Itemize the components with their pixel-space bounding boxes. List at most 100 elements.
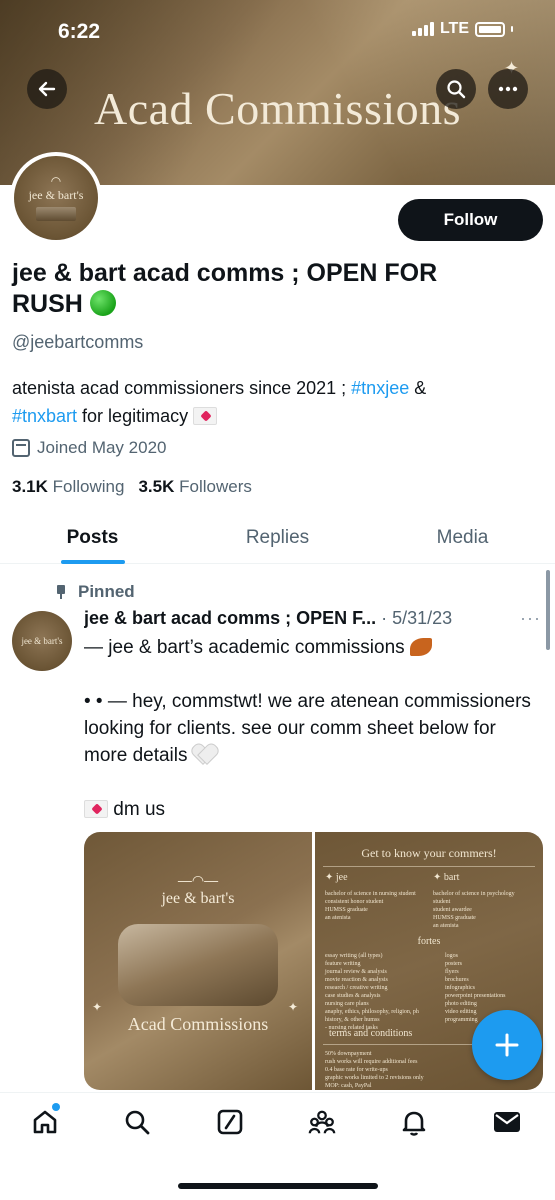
plus-icon	[495, 1033, 519, 1057]
list-item: an atenista	[433, 923, 459, 929]
joined-text: Joined May 2020	[37, 438, 167, 457]
post-line: — jee & bart’s academic commissions	[84, 637, 410, 658]
status-time: 6:22	[58, 20, 101, 43]
list-item: HUMSS graduate	[325, 907, 368, 913]
avatar-logo-text: jee & bart's	[28, 187, 84, 202]
nav-notifications[interactable]	[399, 1107, 429, 1137]
display-name: jee & bart acad comms ; OPEN FOR RUSH	[12, 258, 482, 320]
follow-stats: 3.1K Following 3.5K Followers	[12, 477, 252, 497]
signal-icon	[411, 22, 434, 36]
post-header: jee & bart acad comms ; OPEN F... · 5/31…	[84, 608, 514, 629]
nav-search[interactable]	[122, 1107, 152, 1137]
post-more-icon[interactable]: ···	[520, 608, 541, 629]
pinned-label: Pinned	[56, 582, 135, 602]
laptop-image	[36, 206, 76, 221]
battery-tip	[511, 26, 513, 32]
media-image-cover[interactable]: —◠— jee & bart's Acad Commissions ✦ ✦	[84, 832, 312, 1090]
hashtag-link[interactable]: #tnxbart	[12, 406, 77, 426]
list-item: student awardee	[433, 907, 472, 913]
list-item: MOP: cash, PayPal	[325, 1083, 372, 1089]
battery-icon	[475, 21, 505, 37]
list-item: research / creative writing	[325, 985, 388, 991]
nav-communities[interactable]	[307, 1107, 337, 1137]
media-logo-text: jee & bart's	[161, 890, 235, 907]
list-item: photo editing	[445, 1001, 477, 1007]
compose-post-button[interactable]	[472, 1010, 542, 1080]
nav-grok[interactable]	[215, 1107, 245, 1137]
nav-messages[interactable]	[492, 1107, 522, 1137]
user-handle: @jeebartcomms	[12, 332, 144, 352]
pinned-text: Pinned	[78, 582, 135, 601]
post-author-avatar[interactable]: jee & bart's	[12, 611, 72, 671]
home-icon	[33, 1110, 57, 1134]
bio-text: &	[409, 378, 427, 398]
sheet-col2-head: ✦ bart	[433, 872, 460, 883]
list-item: movie reaction & analysis	[325, 977, 388, 983]
fallen-leaf-icon	[409, 638, 432, 656]
list-item: anaphy, ethics, philosophy, religion, ph…	[325, 1009, 419, 1023]
more-button[interactable]	[488, 69, 528, 109]
sheet-col2-list: bachelor of science in psychology studen…	[433, 890, 533, 930]
sparkle-icon: ✦	[288, 1000, 299, 1014]
list-item: consistent honor student	[325, 899, 384, 905]
love-letter-icon	[84, 800, 108, 818]
list-item: 50% downpayment	[325, 1051, 372, 1057]
post-body: — jee & bart’s academic commissions • • …	[84, 634, 544, 823]
post-author-name[interactable]: jee & bart acad comms ; OPEN F...	[84, 608, 376, 628]
arrow-left-icon	[38, 81, 56, 97]
notifications-icon	[402, 1111, 426, 1136]
list-item: rush works will require additional fees	[325, 1059, 418, 1065]
nav-home[interactable]	[30, 1107, 60, 1137]
search-icon	[125, 1110, 150, 1135]
messages-icon	[494, 1112, 520, 1132]
followers-count: 3.5K	[138, 477, 175, 496]
sheet-terms-list: 50% downpayment rush works will require …	[325, 1050, 475, 1090]
search-button[interactable]	[436, 69, 476, 109]
scrollbar[interactable]	[546, 570, 550, 650]
list-item: feature writing	[325, 961, 361, 967]
tab-posts[interactable]: Posts	[0, 512, 185, 563]
display-name-text: jee & bart acad comms ; OPEN FOR RUSH	[12, 259, 438, 318]
communities-icon	[308, 1110, 336, 1134]
back-button[interactable]	[27, 69, 67, 109]
list-item: infographics	[445, 985, 475, 991]
bio-text: for legitimacy	[77, 406, 194, 426]
avatar-image: ◠ jee & bart's	[14, 156, 98, 240]
list-item: 0.4 base rate for write-ups	[325, 1067, 388, 1073]
green-circle-icon	[89, 290, 116, 316]
hashtag-link[interactable]: #tnxjee	[351, 378, 409, 398]
sheet-fortes1: essay writing (all types) feature writin…	[325, 952, 425, 1032]
list-item: graphic works limited to 2 revisions onl…	[325, 1075, 424, 1081]
search-icon	[447, 80, 466, 99]
tab-media[interactable]: Media	[370, 512, 555, 563]
list-item: posters	[445, 961, 462, 967]
following-link[interactable]: 3.1K Following	[12, 477, 124, 497]
divider	[323, 866, 535, 867]
tab-replies[interactable]: Replies	[185, 512, 370, 563]
post-line: dm us	[108, 799, 166, 820]
calendar-icon	[12, 439, 30, 457]
bottom-navigation	[0, 1092, 555, 1200]
avatar-logo-text: jee & bart's	[21, 636, 63, 646]
followers-link[interactable]: 3.5K Followers	[138, 477, 251, 497]
list-item: nursing care plans	[325, 1001, 369, 1007]
post-date[interactable]: · 5/31/23	[381, 608, 452, 628]
sheet-col1-list: bachelor of science in nursing student c…	[325, 890, 425, 922]
profile-avatar[interactable]: ◠ jee & bart's	[10, 152, 102, 244]
sheet-fortes-head: fortes	[417, 936, 441, 947]
post-line: • • — hey, commstwt! we are atenean comm…	[84, 691, 537, 766]
list-item: logos	[445, 953, 459, 959]
bio-text: atenista acad commissioners since 2021 ;	[12, 378, 352, 398]
list-item: bachelor of science in nursing student	[325, 891, 416, 897]
pin-icon	[56, 585, 66, 599]
profile-bio: atenista acad commissioners since 2021 ;…	[12, 374, 537, 430]
list-item: HUMSS graduate	[433, 915, 476, 921]
sun-arc-icon: —◠—	[177, 872, 219, 888]
follow-button[interactable]: Follow	[398, 199, 543, 241]
following-label: Following	[52, 477, 125, 496]
list-item: flyers	[445, 969, 459, 975]
list-item: powerpoint presentations	[445, 993, 506, 999]
more-horizontal-icon	[498, 86, 518, 92]
list-item: case studies & analysis	[325, 993, 381, 999]
list-item: journal review & analysis	[325, 969, 387, 975]
